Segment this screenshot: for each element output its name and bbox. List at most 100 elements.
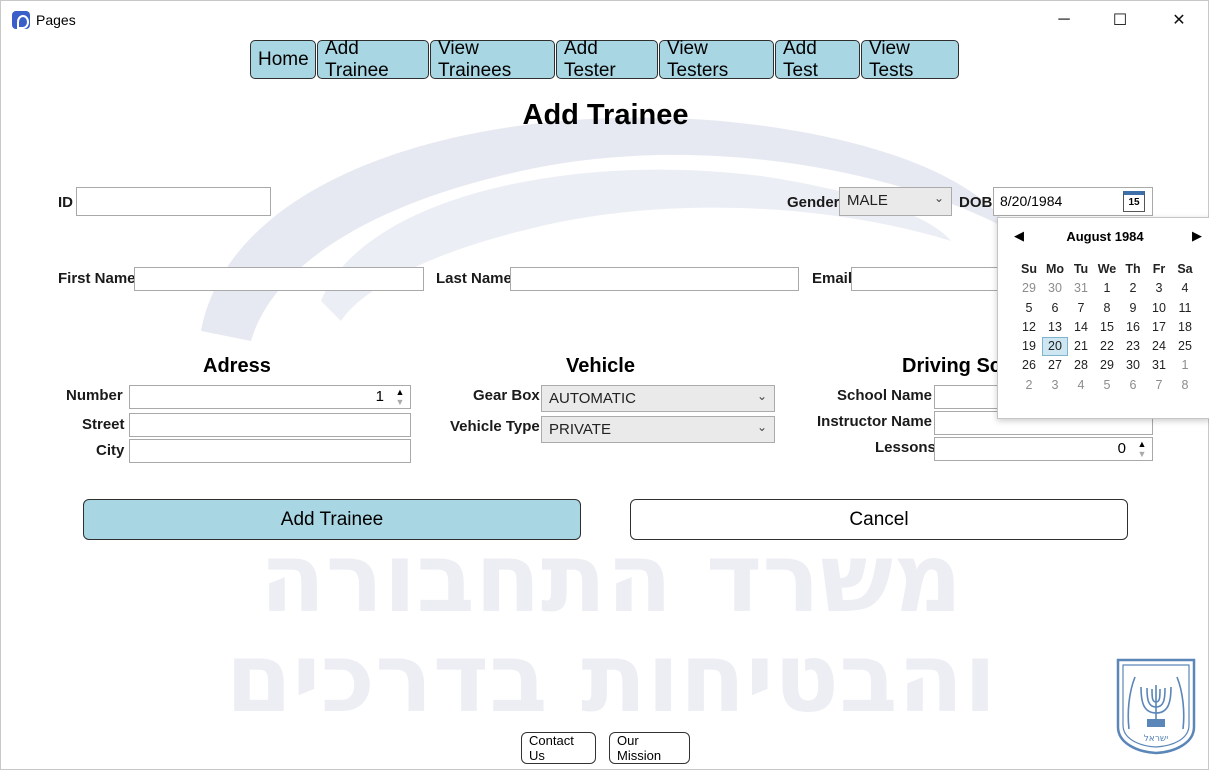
- calendar-day[interactable]: 8: [1172, 376, 1198, 395]
- calendar-day[interactable]: 1: [1172, 356, 1198, 375]
- nav-add-tester-button[interactable]: Add Tester: [556, 38, 658, 81]
- add-trainee-button[interactable]: Add Trainee: [83, 499, 581, 540]
- nav-home-button[interactable]: Home: [250, 40, 316, 79]
- number-stepper[interactable]: 1 ▲ ▼: [129, 385, 411, 409]
- calendar-day[interactable]: 1: [1094, 279, 1120, 298]
- instructor-name-label: Instructor Name: [817, 413, 933, 430]
- calendar-day[interactable]: 9: [1120, 299, 1146, 318]
- last-name-label: Last Name: [436, 270, 512, 287]
- gearbox-value: AUTOMATIC: [549, 390, 636, 407]
- app-window: משרד התחבורה והבטיחות בדרכים ישראל Pages…: [0, 0, 1209, 770]
- driving-school-section-title: Driving Sc: [902, 355, 1001, 377]
- city-input[interactable]: [129, 439, 411, 463]
- nav-add-trainee-button[interactable]: Add Trainee: [317, 38, 429, 81]
- calendar-day[interactable]: 11: [1172, 299, 1198, 318]
- calendar-day[interactable]: 31: [1068, 279, 1094, 298]
- calendar-month-label[interactable]: August 1984: [1002, 229, 1208, 244]
- calendar-day[interactable]: 15: [1094, 318, 1120, 337]
- calendar-day[interactable]: 6: [1042, 299, 1068, 318]
- dob-label: DOB: [959, 194, 993, 211]
- calendar-day[interactable]: 23: [1120, 337, 1146, 356]
- calendar-day[interactable]: 28: [1068, 356, 1094, 375]
- lessons-value: 0: [1117, 440, 1126, 457]
- calendar-day[interactable]: 30: [1120, 356, 1146, 375]
- our-mission-button[interactable]: Our Mission: [609, 732, 690, 764]
- calendar-day[interactable]: 12: [1016, 318, 1042, 337]
- calendar-day[interactable]: 7: [1068, 299, 1094, 318]
- calendar-day[interactable]: 25: [1172, 337, 1198, 356]
- calendar-day[interactable]: 29: [1016, 279, 1042, 298]
- spin-up-icon[interactable]: ▲: [1134, 439, 1150, 449]
- calendar-day[interactable]: 6: [1120, 376, 1146, 395]
- calendar-day-header: We: [1097, 262, 1117, 276]
- dob-datepicker[interactable]: 8/20/1984 15: [993, 187, 1153, 216]
- calendar-day[interactable]: 20: [1042, 337, 1068, 357]
- lessons-spinner: ▲ ▼: [1132, 438, 1152, 460]
- calendar-icon[interactable]: 15: [1123, 191, 1145, 212]
- email-input[interactable]: [851, 267, 1001, 291]
- calendar-day[interactable]: 19: [1016, 337, 1042, 356]
- calendar-day[interactable]: 27: [1042, 356, 1068, 375]
- calendar-day[interactable]: 3: [1042, 376, 1068, 395]
- spin-down-icon[interactable]: ▼: [1134, 449, 1150, 459]
- calendar-day[interactable]: 3: [1146, 279, 1172, 298]
- calendar-day[interactable]: 4: [1172, 279, 1198, 298]
- calendar-prev-icon[interactable]: ◀: [1014, 228, 1024, 244]
- calendar-day[interactable]: 26: [1016, 356, 1042, 375]
- gender-select[interactable]: MALE ⌄: [839, 187, 952, 216]
- first-name-input[interactable]: [134, 267, 424, 291]
- number-spinner: ▲ ▼: [390, 386, 410, 408]
- cancel-button[interactable]: Cancel: [630, 499, 1128, 540]
- calendar-day[interactable]: 5: [1016, 299, 1042, 318]
- nav-view-trainees-button[interactable]: View Trainees: [430, 38, 555, 81]
- spin-down-icon[interactable]: ▼: [392, 397, 408, 407]
- calendar-day[interactable]: 18: [1172, 318, 1198, 337]
- calendar-next-icon[interactable]: ▶: [1192, 228, 1202, 244]
- calendar-day[interactable]: 14: [1068, 318, 1094, 337]
- nav-view-tests-button[interactable]: View Tests: [861, 38, 959, 81]
- contact-us-button[interactable]: Contact Us: [521, 732, 596, 764]
- calendar-day[interactable]: 30: [1042, 279, 1068, 298]
- israel-emblem: ישראל: [1116, 658, 1196, 755]
- calendar-day[interactable]: 5: [1094, 376, 1120, 395]
- close-icon: ✕: [1172, 12, 1186, 29]
- calendar-day[interactable]: 29: [1094, 356, 1120, 375]
- calendar-day[interactable]: 31: [1146, 356, 1172, 375]
- gearbox-select[interactable]: AUTOMATIC ⌄: [541, 385, 775, 412]
- calendar-day[interactable]: 2: [1016, 376, 1042, 395]
- gearbox-label: Gear Box: [473, 387, 540, 404]
- calendar-day[interactable]: 4: [1068, 376, 1094, 395]
- calendar-day-header: Th: [1125, 262, 1141, 276]
- calendar-day[interactable]: 13: [1042, 318, 1068, 337]
- calendar-day[interactable]: 24: [1146, 337, 1172, 356]
- nav-add-test-button[interactable]: Add Test: [775, 38, 860, 81]
- maximize-icon: ☐: [1112, 12, 1128, 29]
- emblem-caption: ישראל: [1144, 734, 1169, 744]
- lessons-label: Lessons: [875, 439, 936, 456]
- number-label: Number: [66, 387, 123, 404]
- calendar-day[interactable]: 22: [1094, 337, 1120, 356]
- calendar-day[interactable]: 21: [1068, 337, 1094, 356]
- calendar-day[interactable]: 2: [1120, 279, 1146, 298]
- street-input[interactable]: [129, 413, 411, 437]
- vehicle-type-select[interactable]: PRIVATE ⌄: [541, 416, 775, 443]
- close-button[interactable]: ✕: [1156, 5, 1202, 35]
- number-value: 1: [375, 388, 384, 405]
- watermark-line-2: והבטיחות בדרכים: [225, 622, 996, 734]
- minimize-button[interactable]: ─: [1041, 5, 1087, 35]
- nav-view-testers-button[interactable]: View Testers: [659, 38, 774, 81]
- lessons-stepper[interactable]: 0 ▲ ▼: [934, 437, 1153, 461]
- calendar-day[interactable]: 10: [1146, 299, 1172, 318]
- maximize-button[interactable]: ☐: [1097, 5, 1143, 35]
- calendar-day[interactable]: 7: [1146, 376, 1172, 395]
- address-section-title: Adress: [203, 355, 271, 377]
- calendar-day[interactable]: 17: [1146, 318, 1172, 337]
- calendar-day[interactable]: 8: [1094, 299, 1120, 318]
- calendar-day[interactable]: 16: [1120, 318, 1146, 337]
- spin-up-icon[interactable]: ▲: [392, 387, 408, 397]
- last-name-input[interactable]: [510, 267, 799, 291]
- id-input[interactable]: [76, 187, 271, 216]
- app-icon: [12, 11, 30, 29]
- calendar-day-header: Su: [1021, 262, 1037, 276]
- calendar-day-header: Sa: [1177, 262, 1193, 276]
